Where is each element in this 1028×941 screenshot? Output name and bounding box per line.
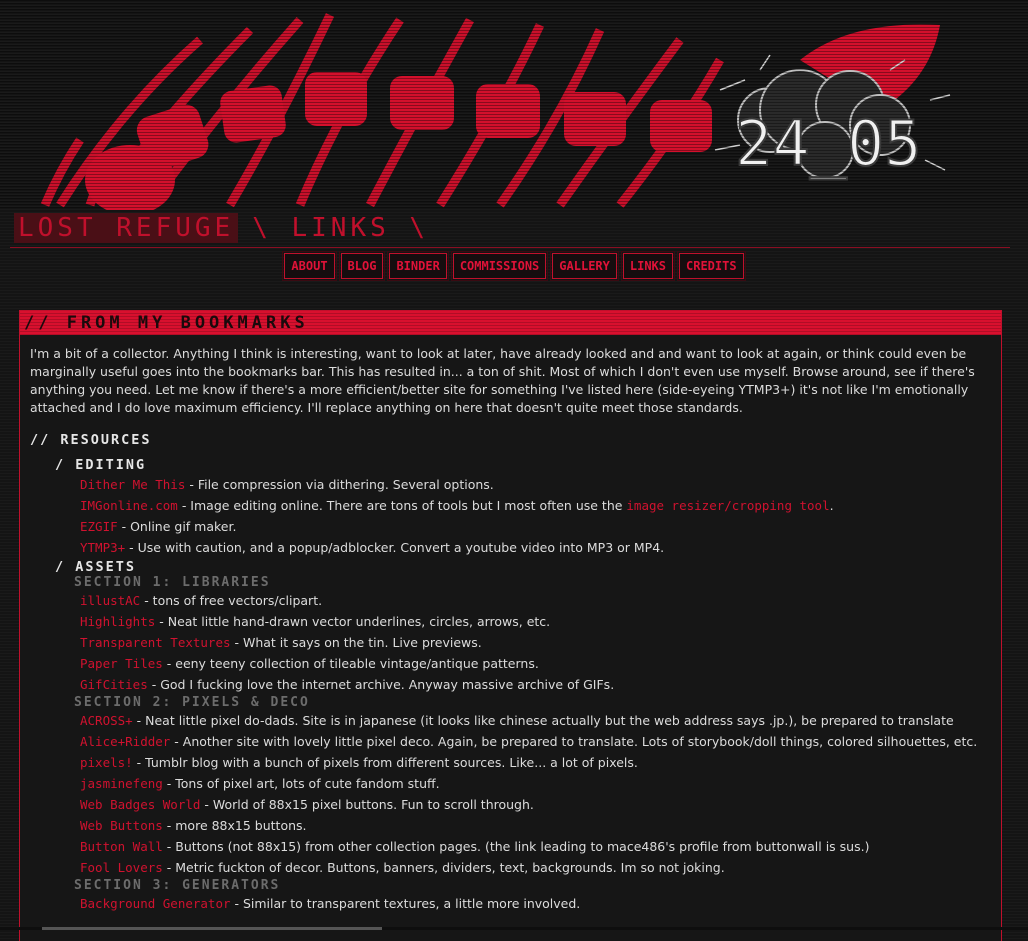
banner-date: 24_05 bbox=[735, 107, 922, 180]
bookmark-link[interactable]: GifCities bbox=[80, 677, 148, 692]
bookmark-link[interactable]: Alice+Ridder bbox=[80, 734, 170, 749]
bookmark-link[interactable]: pixels! bbox=[80, 755, 133, 770]
nav-about-button[interactable]: ABOUT bbox=[282, 251, 337, 281]
bookmark-link[interactable]: ACROSS+ bbox=[80, 713, 133, 728]
nav-commissions-button[interactable]: COMMISSIONS bbox=[450, 251, 549, 281]
section-heading: SECTION 2: PIXELS & DECO bbox=[74, 695, 310, 710]
bookmark-link[interactable]: Transparent Textures bbox=[80, 635, 231, 650]
title-divider bbox=[10, 247, 1010, 248]
bookmark-link[interactable]: Button Wall bbox=[80, 839, 163, 854]
list-item: Highlights - Neat little hand-drawn vect… bbox=[80, 614, 551, 629]
bookmark-link[interactable]: Paper Tiles bbox=[80, 656, 163, 671]
resources-heading: // RESOURCES bbox=[30, 432, 152, 448]
bookmark-link[interactable]: Web Buttons bbox=[80, 818, 163, 833]
list-item: Paper Tiles - eeny teeny collection of t… bbox=[80, 656, 539, 671]
page-section-title: \ LINKS \ bbox=[252, 213, 430, 243]
assets-heading: / ASSETS bbox=[55, 559, 137, 575]
list-item: Transparent Textures - What it says on t… bbox=[80, 635, 482, 650]
list-item: Web Badges World - World of 88x15 pixel … bbox=[80, 797, 534, 812]
section-heading: SECTION 1: LIBRARIES bbox=[74, 575, 271, 590]
list-item: Alice+Ridder - Another site with lovely … bbox=[80, 734, 978, 749]
list-item: jasminefeng - Tons of pixel art, lots of… bbox=[80, 776, 440, 791]
bookmark-link[interactable]: Web Badges World bbox=[80, 797, 200, 812]
page-title: LOST REFUGE \ LINKS \ bbox=[14, 210, 429, 246]
list-item: GifCities - God I fucking love the inter… bbox=[80, 677, 615, 692]
list-item: EZGIF - Online gif maker. bbox=[80, 519, 237, 534]
site-title: LOST REFUGE bbox=[14, 213, 239, 243]
list-item: YTMP3+ - Use with caution, and a popup/a… bbox=[80, 540, 665, 555]
bookmark-link[interactable]: IMGonline.com bbox=[80, 498, 178, 513]
bookmark-link[interactable]: image resizer/cropping tool bbox=[626, 498, 829, 513]
nav-gallery-button[interactable]: GALLERY bbox=[550, 251, 619, 281]
bookmark-link[interactable]: YTMP3+ bbox=[80, 540, 125, 555]
section-heading: SECTION 3: GENERATORS bbox=[74, 878, 281, 893]
bookmark-link[interactable]: illustAC bbox=[80, 593, 140, 608]
list-item: Dither Me This - File compression via di… bbox=[80, 477, 494, 492]
list-item: Web Buttons - more 88x15 buttons. bbox=[80, 818, 307, 833]
list-item: pixels! - Tumblr blog with a bunch of pi… bbox=[80, 755, 638, 770]
list-item: illustAC - tons of free vectors/clipart. bbox=[80, 593, 323, 608]
nav-links-button[interactable]: LINKS bbox=[620, 251, 676, 281]
list-item: Button Wall - Buttons (not 88x15) from o… bbox=[80, 839, 870, 854]
intro-text: I'm a bit of a collector. Anything I thi… bbox=[30, 346, 975, 415]
bookmark-link[interactable]: Fool Lovers bbox=[80, 860, 163, 875]
nav-blog-button[interactable]: BLOG bbox=[338, 251, 386, 281]
nav-credits-button[interactable]: CREDITS bbox=[677, 251, 746, 281]
list-item: Background Generator - Similar to transp… bbox=[80, 896, 581, 911]
main-nav: ABOUT BLOG BINDER COMMISSIONS GALLERY LI… bbox=[0, 251, 1028, 281]
bookmarks-panel: // FROM MY BOOKMARKS I'm a bit of a coll… bbox=[19, 310, 1002, 941]
list-item: Fool Lovers - Metric fuckton of decor. B… bbox=[80, 860, 725, 875]
nav-binder-button[interactable]: BINDER bbox=[387, 251, 449, 281]
list-item: IMGonline.com - Image editing online. Th… bbox=[80, 498, 834, 513]
list-item: ACROSS+ - Neat little pixel do-dads. Sit… bbox=[80, 713, 954, 728]
panel-header: // FROM MY BOOKMARKS bbox=[20, 311, 1001, 335]
bookmark-link[interactable]: jasminefeng bbox=[80, 776, 163, 791]
site-banner: 24_05 bbox=[0, 0, 1028, 210]
bookmark-link[interactable]: Background Generator bbox=[80, 896, 231, 911]
bookmark-link[interactable]: Dither Me This bbox=[80, 477, 185, 492]
editing-heading: / EDITING bbox=[55, 457, 147, 473]
bookmark-link[interactable]: Highlights bbox=[80, 614, 155, 629]
bookmark-link[interactable]: EZGIF bbox=[80, 519, 118, 534]
